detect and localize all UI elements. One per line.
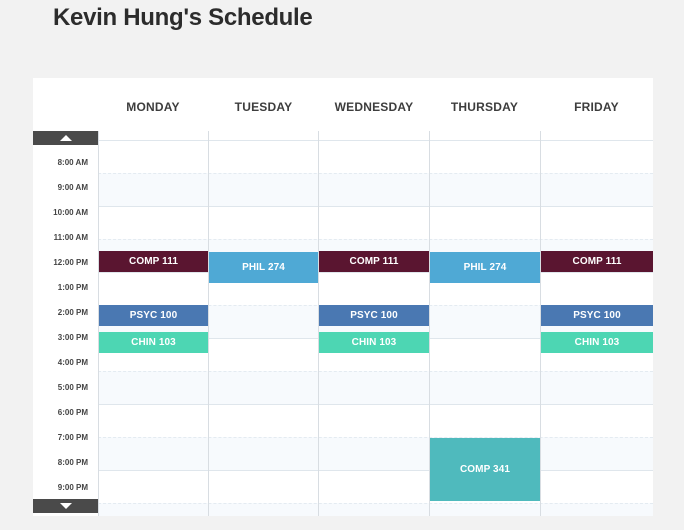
grid-line — [98, 404, 653, 405]
time-label: 9:00 AM — [57, 183, 88, 192]
time-label: 2:00 PM — [57, 308, 88, 317]
day-header-monday: MONDAY — [126, 100, 180, 114]
class-block-comp-111-friday[interactable]: COMP 111 — [541, 251, 653, 272]
day-header-tuesday: TUESDAY — [234, 100, 293, 114]
time-label: 7:00 PM — [57, 433, 88, 442]
schedule-grid: COMP 111 PSYC 100 CHIN 103 PHIL 274 COMP 111… — [98, 131, 653, 516]
time-label: 3:00 PM — [57, 333, 88, 342]
grid-line — [98, 173, 653, 174]
grid-line — [98, 437, 653, 438]
page-title: Kevin Hung's Schedule — [53, 4, 313, 31]
day-header-thursday: THURSDAY — [450, 100, 519, 114]
scroll-up-button[interactable] — [33, 131, 98, 145]
hour-band — [98, 437, 653, 470]
grid-line — [98, 272, 653, 273]
grid-line — [98, 140, 653, 141]
hour-band — [98, 503, 653, 516]
time-label: 8:00 AM — [57, 158, 88, 167]
time-label: 5:00 PM — [57, 383, 88, 392]
time-label: 6:00 PM — [57, 408, 88, 417]
time-label: 11:00 AM — [53, 233, 88, 242]
time-column: 8:00 AM 9:00 AM 10:00 AM 11:00 AM 12:00 … — [33, 131, 98, 516]
grid-line — [98, 206, 653, 207]
time-label: 9:00 PM — [57, 483, 88, 492]
class-block-chin-103-monday[interactable]: CHIN 103 — [99, 332, 208, 353]
column-divider — [208, 131, 209, 516]
day-header-friday: FRIDAY — [574, 100, 619, 114]
grid-line — [98, 470, 653, 471]
hour-band — [98, 173, 653, 206]
grid-line — [98, 503, 653, 504]
scroll-down-button[interactable] — [33, 499, 98, 513]
time-label: 12:00 PM — [53, 258, 88, 267]
arrow-down-icon — [60, 503, 72, 509]
time-label: 1:00 PM — [57, 283, 88, 292]
class-block-comp-341-thursday[interactable]: COMP 341 — [430, 438, 540, 501]
class-block-phil-274-tuesday[interactable]: PHIL 274 — [209, 252, 318, 283]
schedule-panel: MONDAY TUESDAY WEDNESDAY THURSDAY FRIDAY… — [33, 78, 653, 516]
time-label: 8:00 PM — [57, 458, 88, 467]
class-block-chin-103-wednesday[interactable]: CHIN 103 — [319, 332, 429, 353]
grid-line — [98, 371, 653, 372]
time-label: 10:00 AM — [53, 208, 88, 217]
class-block-psyc-100-monday[interactable]: PSYC 100 — [99, 305, 208, 326]
time-label: 4:00 PM — [57, 358, 88, 367]
class-block-psyc-100-wednesday[interactable]: PSYC 100 — [319, 305, 429, 326]
hour-band — [98, 371, 653, 404]
class-block-phil-274-thursday[interactable]: PHIL 274 — [430, 252, 540, 283]
grid-line — [98, 239, 653, 240]
arrow-up-icon — [60, 135, 72, 141]
class-block-chin-103-friday[interactable]: CHIN 103 — [541, 332, 653, 353]
class-block-psyc-100-friday[interactable]: PSYC 100 — [541, 305, 653, 326]
class-block-comp-111-wednesday[interactable]: COMP 111 — [319, 251, 429, 272]
class-block-comp-111-monday[interactable]: COMP 111 — [99, 251, 208, 272]
day-header-wednesday: WEDNESDAY — [334, 100, 414, 114]
